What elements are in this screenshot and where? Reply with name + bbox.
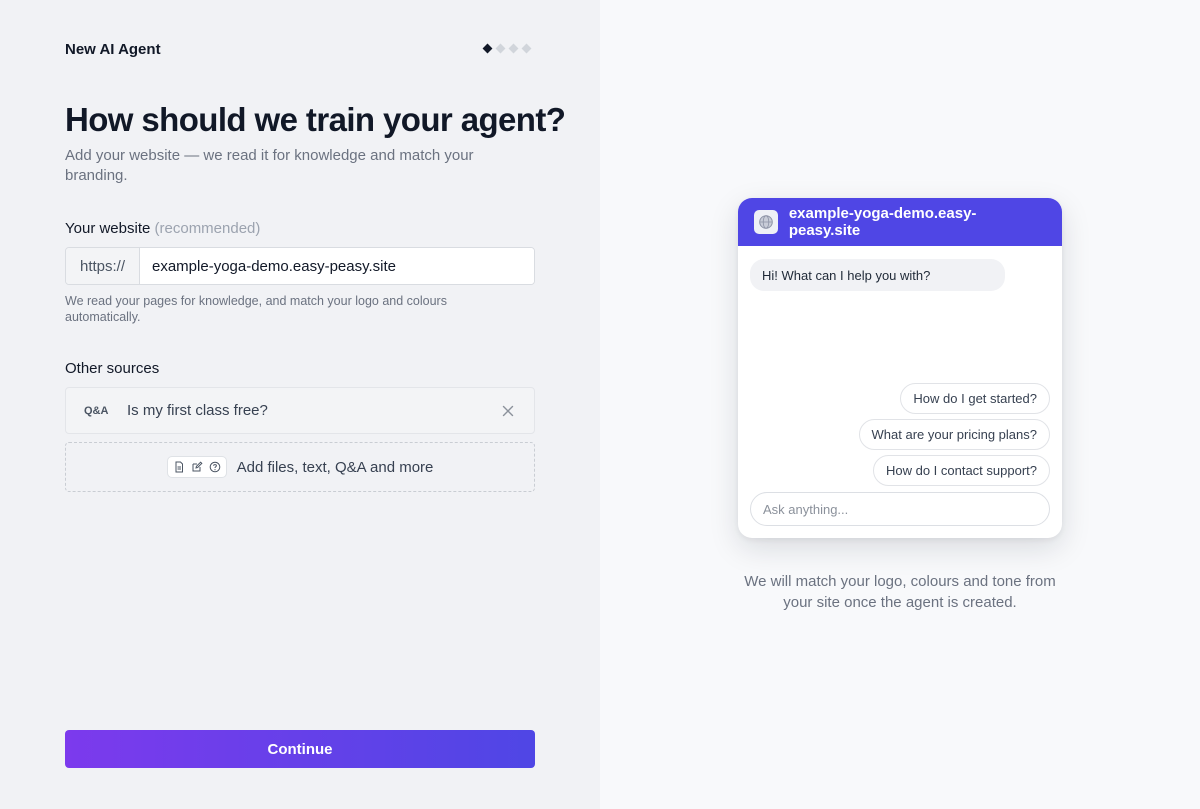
page-heading: How should we train your agent? [65,101,566,138]
add-source-label: Add files, text, Q&A and more [236,458,434,476]
continue-button[interactable]: Continue [65,730,535,768]
chat-widget-preview: example-yoga-demo.easy-peasy.site Hi! Wh… [738,198,1062,538]
help-circle-icon [206,458,224,476]
suggestion-chip[interactable]: How do I get started? [900,383,1050,414]
step-dot-4 [521,43,532,54]
setup-panel: New AI Agent How should we train your ag… [0,0,600,809]
step-dot-3 [508,43,519,54]
website-help-text: We read your pages for knowledge, and ma… [65,294,447,324]
document-icon [170,458,188,476]
website-label: Your website (recommended) [65,220,260,237]
suggested-questions: How do I get started? What are your pric… [858,383,1050,486]
step-dot-1 [482,43,493,54]
source-type-badge: Q&A [84,404,109,417]
website-url-group: https:// [65,247,535,285]
edit-icon [188,458,206,476]
globe-icon [754,210,778,234]
preview-note: We will match your logo, colours and ton… [744,573,1056,611]
source-item-text: Is my first class free? [127,402,268,419]
close-icon[interactable] [500,403,516,419]
step-dot-2 [495,43,506,54]
add-source-icons [166,456,227,478]
preview-panel: example-yoga-demo.easy-peasy.site Hi! Wh… [600,0,1200,809]
website-label-text: Your website [65,220,151,237]
website-url-input[interactable] [140,248,534,284]
suggestion-chip[interactable]: How do I contact support? [872,455,1050,486]
url-prefix: https:// [66,248,140,284]
page-subtitle: Add your website — we read it for knowle… [65,147,474,184]
page: New AI Agent How should we train your ag… [0,0,1200,809]
source-item[interactable]: Q&A Is my first class free? [65,387,535,434]
step-indicator [482,43,532,54]
other-sources-label: Other sources [65,360,160,377]
chat-header-title: example-yoga-demo.easy-peasy.site [788,205,977,239]
suggestion-chip[interactable]: What are your pricing plans? [858,419,1050,450]
chat-greeting-bubble: Hi! What can I help you with? [750,259,1005,291]
chat-header: example-yoga-demo.easy-peasy.site [738,198,1062,246]
add-source-button[interactable]: Add files, text, Q&A and more [65,442,535,492]
website-label-hint: (recommended) [154,220,261,237]
chat-message-input[interactable] [750,492,1050,526]
app-title: New AI Agent [65,41,161,58]
